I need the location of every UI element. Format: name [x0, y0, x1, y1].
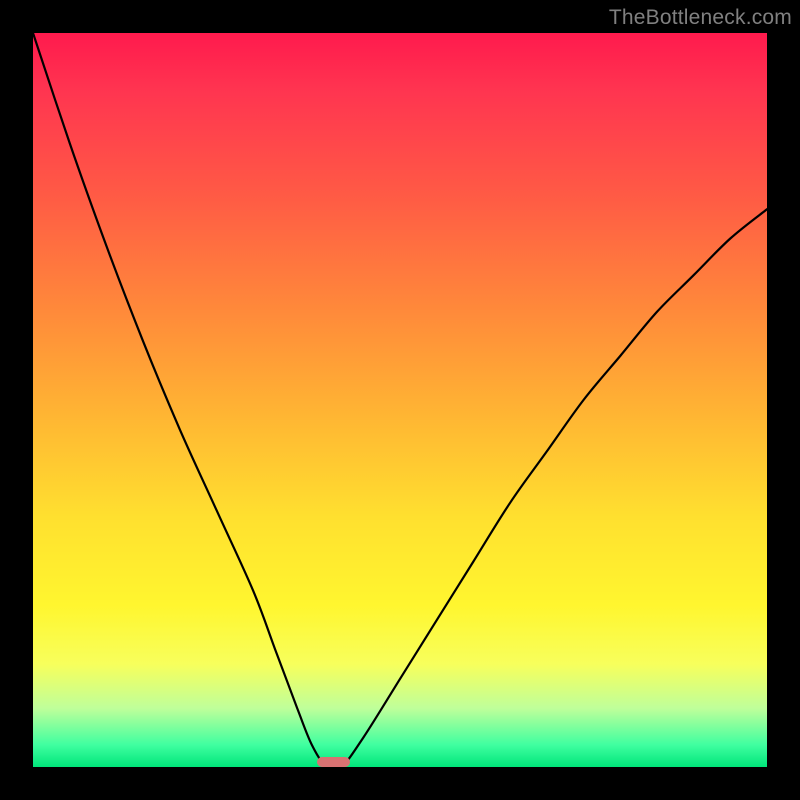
watermark-text: TheBottleneck.com [609, 6, 792, 30]
curve-svg [33, 33, 767, 767]
chart-frame: TheBottleneck.com [0, 0, 800, 800]
plot-area [33, 33, 767, 767]
bottleneck-curve [33, 33, 767, 767]
marker-pill [317, 757, 350, 767]
